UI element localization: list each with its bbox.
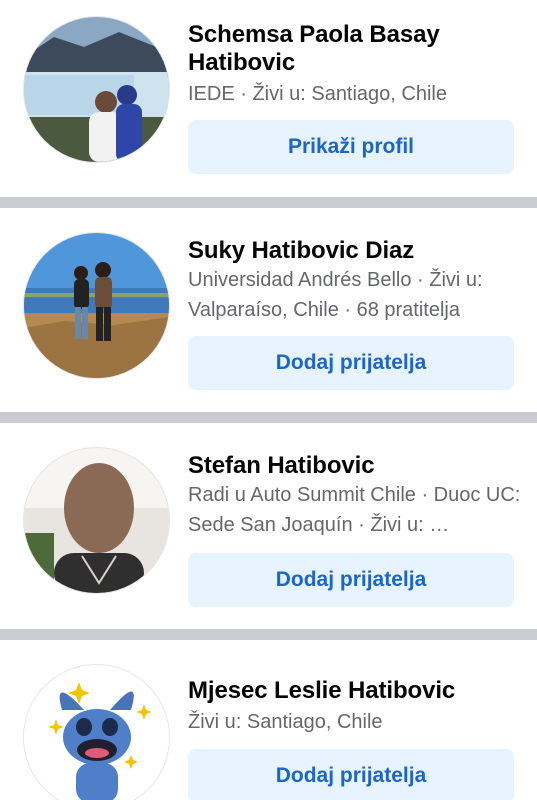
profile-photo[interactable] [24,448,169,593]
profile-photo[interactable] [24,665,169,800]
profile-photo-portrait [24,448,169,593]
result-name[interactable]: Stefan Hatibovic [188,452,523,480]
divider [0,412,537,423]
profile-photo-cartoon [24,665,169,800]
result-card[interactable]: Mjesec Leslie Hatibovic Živi u: Santiago… [0,640,537,800]
view-profile-button[interactable]: Prikaži profil [188,120,514,174]
divider [0,629,537,640]
divider [0,197,537,208]
result-details: Živi u: Santiago, Chile [188,711,383,733]
result-card[interactable]: Schemsa Paola Basay Hatibovic IEDE · Živ… [0,0,537,197]
profile-photo-coast [24,233,169,378]
result-name[interactable]: Mjesec Leslie Hatibovic [188,677,523,705]
result-card[interactable]: Stefan Hatibovic Radi u Auto Summit Chil… [0,423,537,629]
result-name[interactable]: Schemsa Paola Basay Hatibovic [188,21,523,77]
add-friend-button[interactable]: Dodaj prijatelja [188,336,514,390]
profile-photo-glacier [24,17,169,162]
search-results-list: Schemsa Paola Basay Hatibovic IEDE · Živ… [0,0,537,800]
add-friend-button[interactable]: Dodaj prijatelja [188,553,514,607]
result-details: Radi u Auto Summit Chile · Duoc UC: Sede… [188,484,521,536]
result-name[interactable]: Suky Hatibovic Diaz [188,237,523,265]
result-details: IEDE · Živi u: Santiago, Chile [188,83,447,105]
result-details: Universidad Andrés Bello · Živi u: Valpa… [188,269,483,321]
add-friend-button[interactable]: Dodaj prijatelja [188,749,514,800]
result-card[interactable]: Suky Hatibovic Diaz Universidad Andrés B… [0,208,537,412]
profile-photo[interactable] [24,17,169,162]
profile-photo[interactable] [24,233,169,378]
